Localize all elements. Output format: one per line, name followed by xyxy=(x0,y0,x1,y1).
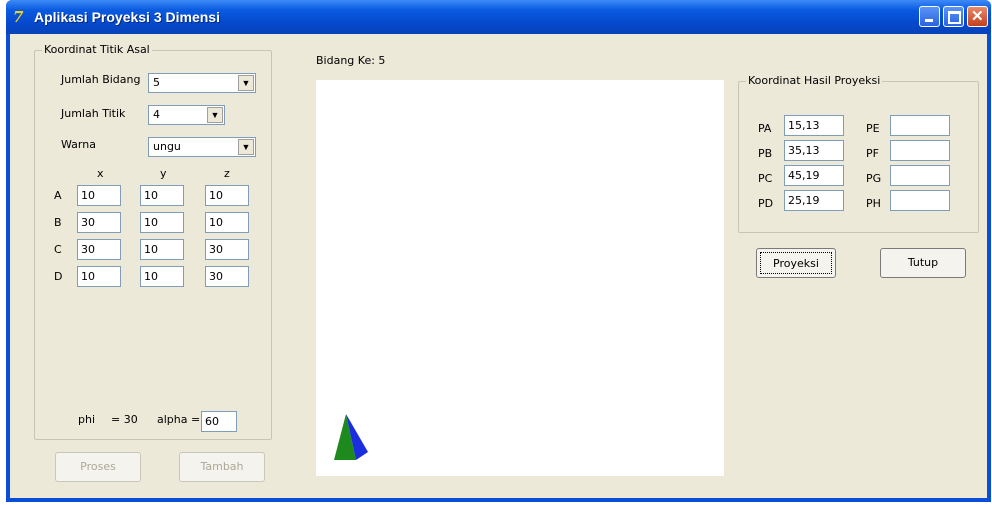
pyramid-drawing xyxy=(334,414,368,460)
pa-label: PA xyxy=(758,122,772,135)
c-y-field[interactable]: 10 xyxy=(140,239,184,260)
warna-combo[interactable]: ungu ▼ xyxy=(148,137,256,157)
pd-label: PD xyxy=(758,197,774,210)
pg-label: PG xyxy=(866,172,882,185)
client-area: Koordinat Titik Asal Jumlah Bidang 5 ▼ J… xyxy=(10,34,987,498)
drawing-canvas[interactable] xyxy=(316,80,724,476)
title-bar[interactable]: 7 Aplikasi Proyeksi 3 Dimensi xyxy=(6,0,991,34)
pc-label: PC xyxy=(758,172,773,185)
c-z-field[interactable]: 30 xyxy=(205,239,249,260)
window-title: Aplikasi Proyeksi 3 Dimensi xyxy=(34,9,220,25)
pb-label: PB xyxy=(758,147,773,160)
combo-value: 5 xyxy=(153,76,160,89)
column-z-header: z xyxy=(224,167,230,180)
7-logo-icon: 7 xyxy=(13,8,24,26)
d-x-field[interactable]: 10 xyxy=(77,266,121,287)
chevron-down-icon[interactable]: ▼ xyxy=(207,107,223,123)
pd-field[interactable]: 25,19 xyxy=(784,190,844,211)
proyeksi-button[interactable]: Proyeksi xyxy=(756,248,836,278)
chevron-down-icon[interactable]: ▼ xyxy=(238,139,254,155)
close-button[interactable] xyxy=(967,6,988,27)
d-z-field[interactable]: 30 xyxy=(205,266,249,287)
row-d-label: D xyxy=(54,270,63,283)
group-title: Koordinat Hasil Proyeksi xyxy=(746,74,883,87)
row-c-label: C xyxy=(54,243,62,256)
pb-field[interactable]: 35,13 xyxy=(784,140,844,161)
pf-label: PF xyxy=(866,147,879,160)
jumlah-titik-combo[interactable]: 4 ▼ xyxy=(148,105,225,125)
koordinat-asal-group: Koordinat Titik Asal Jumlah Bidang 5 ▼ J… xyxy=(34,43,272,440)
jumlah-titik-label: Jumlah Titik xyxy=(61,107,126,120)
phi-label: phi xyxy=(78,413,96,426)
pg-field[interactable] xyxy=(890,165,950,186)
d-y-field[interactable]: 10 xyxy=(140,266,184,287)
jumlah-bidang-combo[interactable]: 5 ▼ xyxy=(148,73,256,93)
phi-value: = 30 xyxy=(111,413,138,426)
ph-label: PH xyxy=(866,197,881,210)
minimize-button[interactable] xyxy=(919,6,940,27)
jumlah-bidang-label: Jumlah Bidang xyxy=(61,73,141,86)
chevron-down-icon[interactable]: ▼ xyxy=(238,75,254,91)
a-x-field[interactable]: 10 xyxy=(77,185,121,206)
maximize-button[interactable] xyxy=(943,6,964,27)
pa-field[interactable]: 15,13 xyxy=(784,115,844,136)
tambah-button[interactable]: Tambah xyxy=(179,452,265,482)
column-x-header: x xyxy=(97,167,104,180)
tutup-button[interactable]: Tutup xyxy=(880,248,966,278)
combo-value: ungu xyxy=(153,140,181,153)
bidang-label: Bidang Ke: 5 xyxy=(316,54,386,67)
a-y-field[interactable]: 10 xyxy=(140,185,184,206)
proses-button[interactable]: Proses xyxy=(55,452,141,482)
alpha-field[interactable]: 60 xyxy=(201,411,237,432)
combo-value: 4 xyxy=(153,108,160,121)
pf-field[interactable] xyxy=(890,140,950,161)
koordinat-hasil-group: Koordinat Hasil Proyeksi PA 15,13 PB 35,… xyxy=(738,74,979,233)
proyeksi-label: Proyeksi xyxy=(760,252,832,274)
alpha-label: alpha = xyxy=(157,413,201,426)
pe-label: PE xyxy=(866,122,880,135)
row-b-label: B xyxy=(54,216,62,229)
ph-field[interactable] xyxy=(890,190,950,211)
pe-field[interactable] xyxy=(890,115,950,136)
b-z-field[interactable]: 10 xyxy=(205,212,249,233)
pc-field[interactable]: 45,19 xyxy=(784,165,844,186)
warna-label: Warna xyxy=(61,138,96,151)
c-x-field[interactable]: 30 xyxy=(77,239,121,260)
b-x-field[interactable]: 30 xyxy=(77,212,121,233)
column-y-header: y xyxy=(160,167,167,180)
group-title: Koordinat Titik Asal xyxy=(42,43,152,56)
b-y-field[interactable]: 10 xyxy=(140,212,184,233)
row-a-label: A xyxy=(54,189,62,202)
a-z-field[interactable]: 10 xyxy=(205,185,249,206)
app-window: 7 Aplikasi Proyeksi 3 Dimensi Koordinat … xyxy=(6,0,991,502)
